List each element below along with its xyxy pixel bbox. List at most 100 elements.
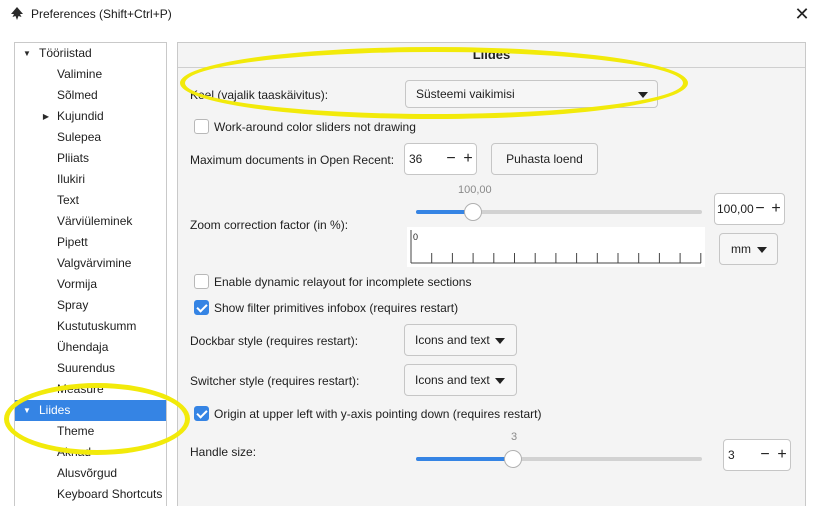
sidebar-item-label: Ilukiri — [57, 172, 86, 186]
dockbar-value: Icons and text — [415, 333, 490, 347]
handle-spinbox[interactable]: 3 − + — [723, 439, 791, 471]
sidebar-item[interactable]: Theme — [15, 421, 166, 442]
window-title: Preferences (Shift+Ctrl+P) — [31, 7, 172, 21]
language-value: Süsteemi vaikimisi — [416, 87, 515, 101]
origin-label: Origin at upper left with y-axis pointin… — [214, 407, 542, 421]
sidebar-item[interactable]: Aknad — [15, 442, 166, 463]
sidebar-item[interactable]: Vormija — [15, 274, 166, 295]
expander-down-icon[interactable]: ▼ — [21, 400, 33, 421]
zoom-slider-value: 100,00 — [458, 184, 492, 196]
filter-infobox-label: Show filter primitives infobox (requires… — [214, 301, 459, 315]
sidebar-item-label: Kujundid — [57, 109, 104, 123]
ruler-ticks — [410, 230, 702, 264]
sidebar-item[interactable]: ▼ Tööriistad — [15, 43, 166, 64]
zoom-slider-track[interactable] — [416, 210, 702, 214]
sidebar-item-label: Ühendaja — [57, 340, 109, 354]
sidebar-item-label: Aknad — [57, 445, 92, 459]
sidebar-item[interactable]: Sõlmed — [15, 85, 166, 106]
chevron-down-icon — [495, 378, 505, 384]
dynamic-relayout-checkbox[interactable] — [194, 274, 209, 289]
handle-value[interactable]: 3 — [728, 440, 735, 470]
dockbar-dropdown[interactable]: Icons and text — [404, 324, 517, 356]
minus-icon[interactable]: − — [443, 144, 459, 174]
switcher-dropdown[interactable]: Icons and text — [404, 364, 517, 396]
dynamic-relayout-label: Enable dynamic relayout for incomplete s… — [214, 275, 472, 289]
preferences-panel: Liides — [177, 42, 806, 506]
zoom-label: Zoom correction factor (in %): — [190, 218, 349, 232]
sidebar-item-label: Liides — [39, 403, 71, 417]
handle-slider-fill — [416, 457, 514, 461]
sidebar-item[interactable]: Pliiats — [15, 148, 166, 169]
sidebar-item[interactable]: Ilukiri — [15, 169, 166, 190]
sidebar-item-label: Alusvõrgud — [57, 466, 118, 480]
sidebar-item[interactable]: Pipett — [15, 232, 166, 253]
sidebar-item-label: Kustutuskumm — [57, 319, 137, 333]
switcher-label: Switcher style (requires restart): — [190, 374, 360, 388]
sidebar-item-label: Värviüleminek — [57, 214, 133, 228]
sidebar-item[interactable]: Valimine — [15, 64, 166, 85]
sidebar-item[interactable]: Alusvõrgud — [15, 463, 166, 484]
sidebar-item-label: Sõlmed — [57, 88, 98, 102]
expander-right-icon[interactable]: ▶ — [40, 106, 52, 127]
language-dropdown[interactable]: Süsteemi vaikimisi — [405, 80, 658, 108]
sidebar-item[interactable]: Suurendus — [15, 358, 166, 379]
plus-icon[interactable]: + — [774, 440, 790, 470]
recent-spinbox[interactable]: 36 − + — [404, 143, 477, 175]
zoom-spinbox[interactable]: 100,00 − + — [714, 193, 785, 225]
workaround-checkbox[interactable] — [194, 119, 209, 134]
sidebar-item[interactable]: Text — [15, 190, 166, 211]
unit-dropdown[interactable]: mm — [719, 233, 778, 265]
clear-recent-button[interactable]: Puhasta loend — [491, 143, 598, 175]
sidebar-item-label: Sulepea — [57, 130, 102, 144]
recent-label: Maximum documents in Open Recent: — [190, 153, 395, 167]
sidebar-item-label: Pliiats — [57, 151, 90, 165]
sidebar-item-label: Measure — [57, 382, 104, 396]
handle-size-label: Handle size: — [190, 445, 257, 459]
sidebar-item-label: Tööriistad — [39, 46, 92, 60]
minus-icon[interactable]: − — [757, 440, 773, 470]
sidebar-item-label: Valgvärvimine — [57, 256, 132, 270]
chevron-down-icon — [757, 247, 767, 253]
ruler-zero-label: 0 — [413, 232, 419, 242]
title-bar: Preferences (Shift+Ctrl+P) ✕ — [0, 0, 815, 30]
sidebar-item-label: Theme — [57, 424, 95, 438]
sidebar-item-label: Spray — [57, 298, 89, 312]
sidebar-item-label: Vormija — [57, 277, 98, 291]
unit-value: mm — [731, 242, 751, 256]
sidebar-item[interactable]: Ühendaja — [15, 337, 166, 358]
sidebar-item[interactable]: Spray — [15, 295, 166, 316]
handle-slider-track[interactable] — [416, 457, 702, 461]
sidebar-item[interactable]: Measure — [15, 379, 166, 400]
inkscape-icon — [11, 7, 23, 20]
switcher-value: Icons and text — [415, 373, 490, 387]
sidebar-item[interactable]: Sulepea — [15, 127, 166, 148]
sidebar-item[interactable]: Valgvärvimine — [15, 253, 166, 274]
sidebar-item[interactable]: Värviüleminek — [15, 211, 166, 232]
origin-checkbox[interactable] — [194, 406, 209, 421]
sidebar-item[interactable]: Kustutuskumm — [15, 316, 166, 337]
zoom-ruler: 0 — [407, 227, 705, 267]
chevron-down-icon — [495, 338, 505, 344]
sidebar-item-label: Suurendus — [57, 361, 116, 375]
sidebar-item-label: Pipett — [57, 235, 88, 249]
sidebar-item[interactable]: Keyboard Shortcuts — [15, 484, 166, 505]
sidebar-item-label: Valimine — [57, 67, 103, 81]
zoom-value[interactable]: 100,00 — [717, 194, 754, 224]
filter-infobox-checkbox[interactable] — [194, 300, 209, 315]
sidebar-item[interactable]: ▶ Kujundid — [15, 106, 166, 127]
language-label: Keel (vajalik taaskäivitus): — [190, 88, 329, 102]
dockbar-label: Dockbar style (requires restart): — [190, 334, 359, 348]
recent-value[interactable]: 36 — [409, 144, 422, 174]
plus-icon[interactable]: + — [460, 144, 476, 174]
minus-icon[interactable]: − — [752, 194, 768, 224]
expander-down-icon[interactable]: ▼ — [21, 43, 33, 64]
preferences-tree: ▼ Tööriistad Valimine Sõlmed ▶ Kujundid Sulepe… — [14, 42, 167, 506]
close-icon[interactable]: ✕ — [790, 3, 814, 25]
sidebar-item-label: Text — [57, 193, 80, 207]
sidebar-item[interactable]: ▼ Liides — [15, 400, 166, 421]
chevron-down-icon — [638, 92, 648, 98]
section-title: Liides — [178, 43, 805, 68]
sidebar-item-label: Keyboard Shortcuts — [57, 487, 163, 501]
workaround-label: Work-around color sliders not drawing — [214, 120, 416, 134]
plus-icon[interactable]: + — [768, 194, 784, 224]
